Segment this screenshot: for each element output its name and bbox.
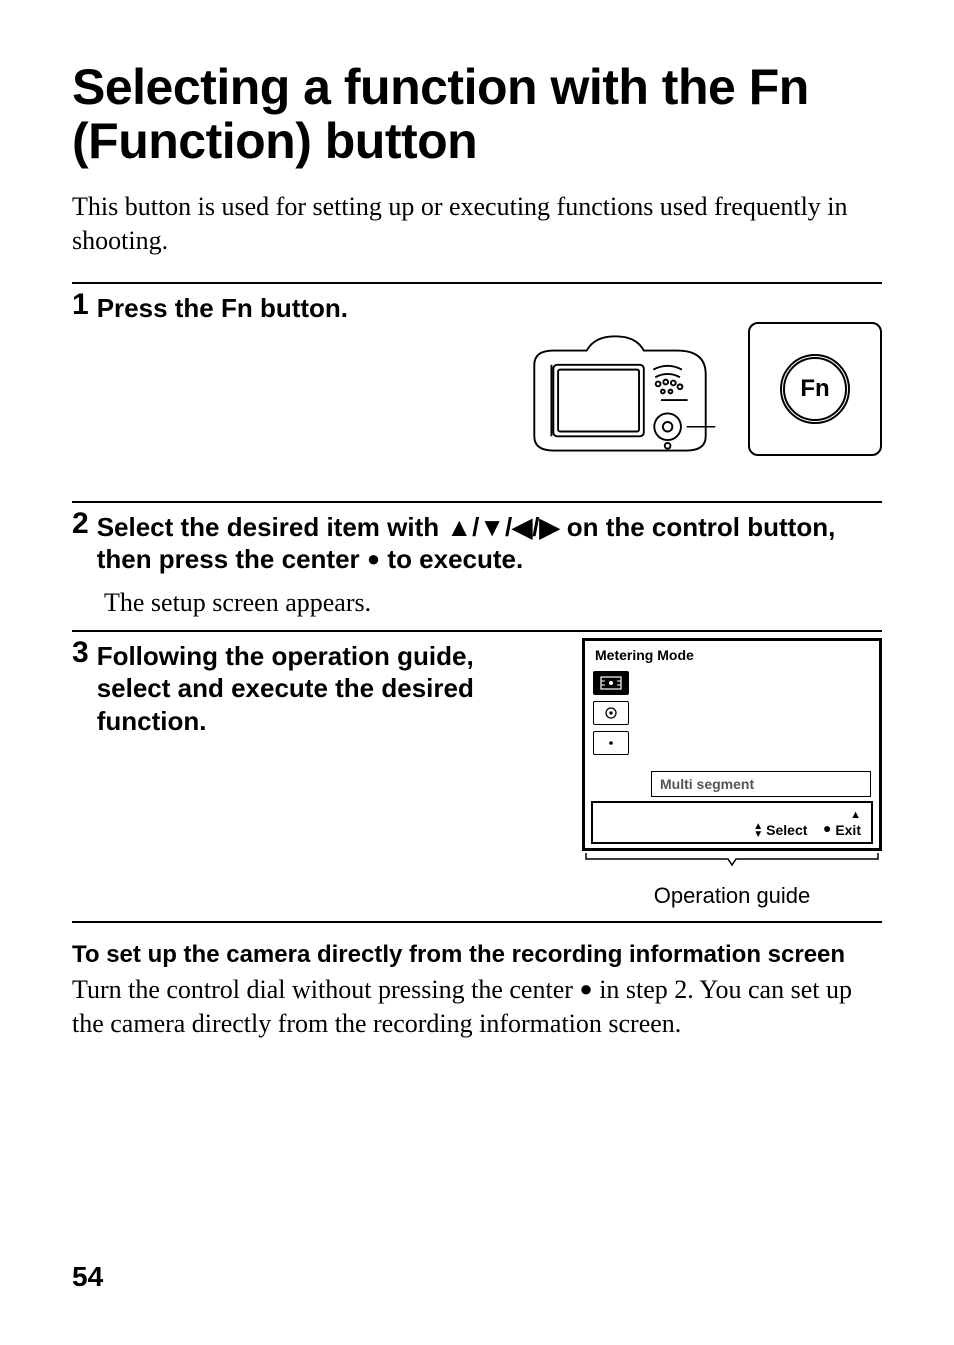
dot-icon: ● (823, 820, 831, 836)
metering-spot-icon (593, 731, 629, 755)
step-number: 2 (72, 509, 89, 539)
fn-label: Fn (800, 375, 829, 403)
center-dot-icon: ● (367, 546, 380, 571)
lcd-screen: Metering Mode Multi segment (582, 638, 882, 851)
page-number: 54 (72, 1261, 103, 1293)
guide-select-label: Select (766, 822, 807, 838)
step-heading: Select the desired item with ▲/▼/◀/▶ on … (97, 511, 882, 576)
camera-illustration (520, 322, 720, 465)
fn-button-icon: Fn (780, 354, 850, 424)
guide-exit-label: Exit (835, 822, 861, 838)
lcd-screen-figure: Metering Mode Multi segment (582, 638, 882, 909)
step-number: 1 (72, 290, 89, 320)
screen-options (591, 669, 873, 767)
arrow-keys-icon: ▲/▼/◀/▶ (446, 512, 559, 542)
step-2: 2 Select the desired item with ▲/▼/◀/▶ o… (72, 503, 882, 630)
operation-guide-caption: Operation guide (582, 883, 882, 909)
step-number: 3 (72, 638, 89, 668)
page-title: Selecting a function with the Fn (Functi… (72, 60, 882, 168)
intro-text: This button is used for setting up or ex… (72, 190, 882, 258)
step-heading: Following the operation guide, select an… (97, 640, 552, 738)
page: Selecting a function with the Fn (Functi… (0, 0, 954, 1345)
metering-center-icon (593, 701, 629, 725)
step-1: 1 Press the Fn button. Fn (72, 284, 882, 501)
step-3: 3 Following the operation guide, select … (72, 632, 882, 921)
step-body: The setup screen appears. (104, 588, 882, 618)
sub-heading: To set up the camera directly from the r… (72, 941, 882, 969)
updown-icon: ▲ (850, 809, 861, 821)
screen-selected-value: Multi segment (651, 771, 871, 797)
bracket-icon (582, 851, 882, 869)
updown-icon: ▲▼ (753, 823, 763, 839)
center-dot-icon: ● (579, 976, 592, 1001)
step-1-figures: Fn (72, 322, 882, 465)
screen-title: Metering Mode (591, 645, 873, 669)
metering-multi-icon (593, 671, 629, 695)
step-heading: Press the Fn button. (97, 292, 348, 325)
divider (72, 921, 882, 923)
screen-guide-bar: ▲ ▲▼Select ● Exit (591, 801, 873, 844)
sub-body: Turn the control dial without pressing t… (72, 973, 882, 1041)
fn-button-callout: Fn (748, 322, 882, 456)
